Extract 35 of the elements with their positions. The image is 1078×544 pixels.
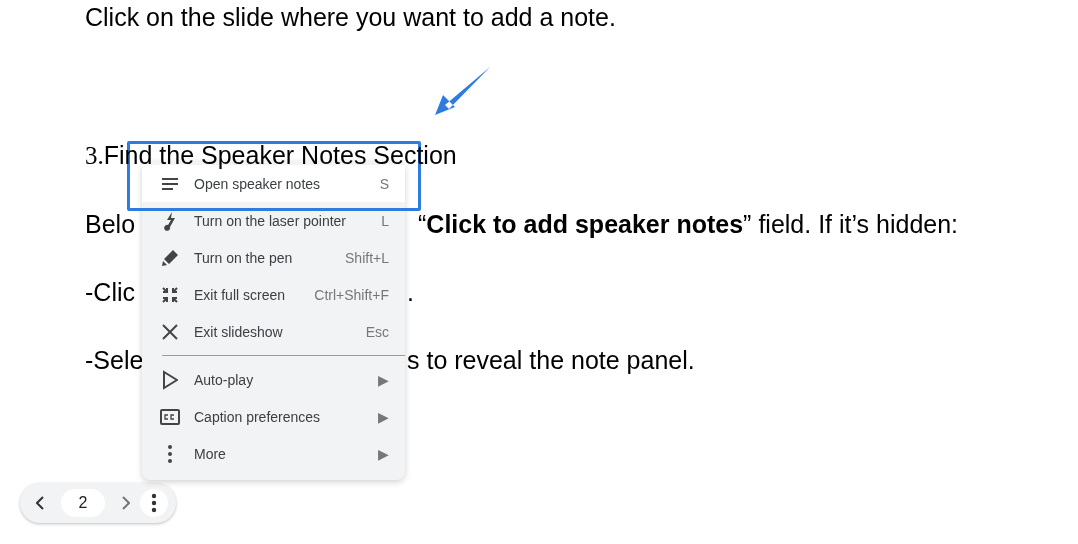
paragraph-text: Belo xyxy=(85,209,136,239)
more-icon xyxy=(167,443,173,464)
shortcut: Shift+L xyxy=(345,249,389,266)
shortcut: Esc xyxy=(365,323,389,340)
shortcut: L xyxy=(381,212,389,229)
page-number-field[interactable]: 2 xyxy=(61,489,105,517)
chevron-right-icon[interactable] xyxy=(121,496,130,510)
menu-item[interactable]: Caption preferences ▶ xyxy=(142,398,405,435)
paragraph-text: Click on the slide where you want to add a note. xyxy=(85,2,616,32)
lightning-icon xyxy=(163,210,177,231)
shortcut: ▶ xyxy=(378,371,389,388)
menu-item[interactable]: Turn on the pen Shift+L xyxy=(142,239,405,276)
paragraph-text: -Sele xyxy=(85,345,144,375)
shortcut: ▶ xyxy=(378,445,389,462)
shortcut: ▶ xyxy=(378,408,389,425)
menu-item[interactable]: Exit slideshow Esc xyxy=(142,313,405,350)
chevron-left-icon[interactable] xyxy=(36,496,45,510)
more-icon xyxy=(151,493,157,513)
play-icon xyxy=(162,369,178,390)
shortcut: S xyxy=(379,175,389,192)
more-button[interactable] xyxy=(140,489,168,517)
pen-icon xyxy=(160,247,180,268)
close-icon xyxy=(160,321,180,342)
paragraph-text: “Click to add speaker notes” field. If it’s hidden: xyxy=(417,209,959,239)
arrow-icon xyxy=(433,65,493,117)
menu-item[interactable]: More ▶ xyxy=(142,435,405,472)
menu-item[interactable]: Exit full screen Ctrl+Shift+F xyxy=(142,276,405,313)
collapse-icon xyxy=(160,284,180,305)
paragraph-text: -Clic xyxy=(85,277,135,307)
paragraph-text: s to reveal the note panel. xyxy=(407,345,695,375)
shortcut: Ctrl+Shift+F xyxy=(314,286,389,303)
caption-icon xyxy=(160,408,180,425)
paragraph-text: . xyxy=(407,277,414,307)
menu-item[interactable]: Turn on the laser pointer L xyxy=(142,202,405,239)
menu-item[interactable]: Auto-play ▶ xyxy=(142,361,405,398)
